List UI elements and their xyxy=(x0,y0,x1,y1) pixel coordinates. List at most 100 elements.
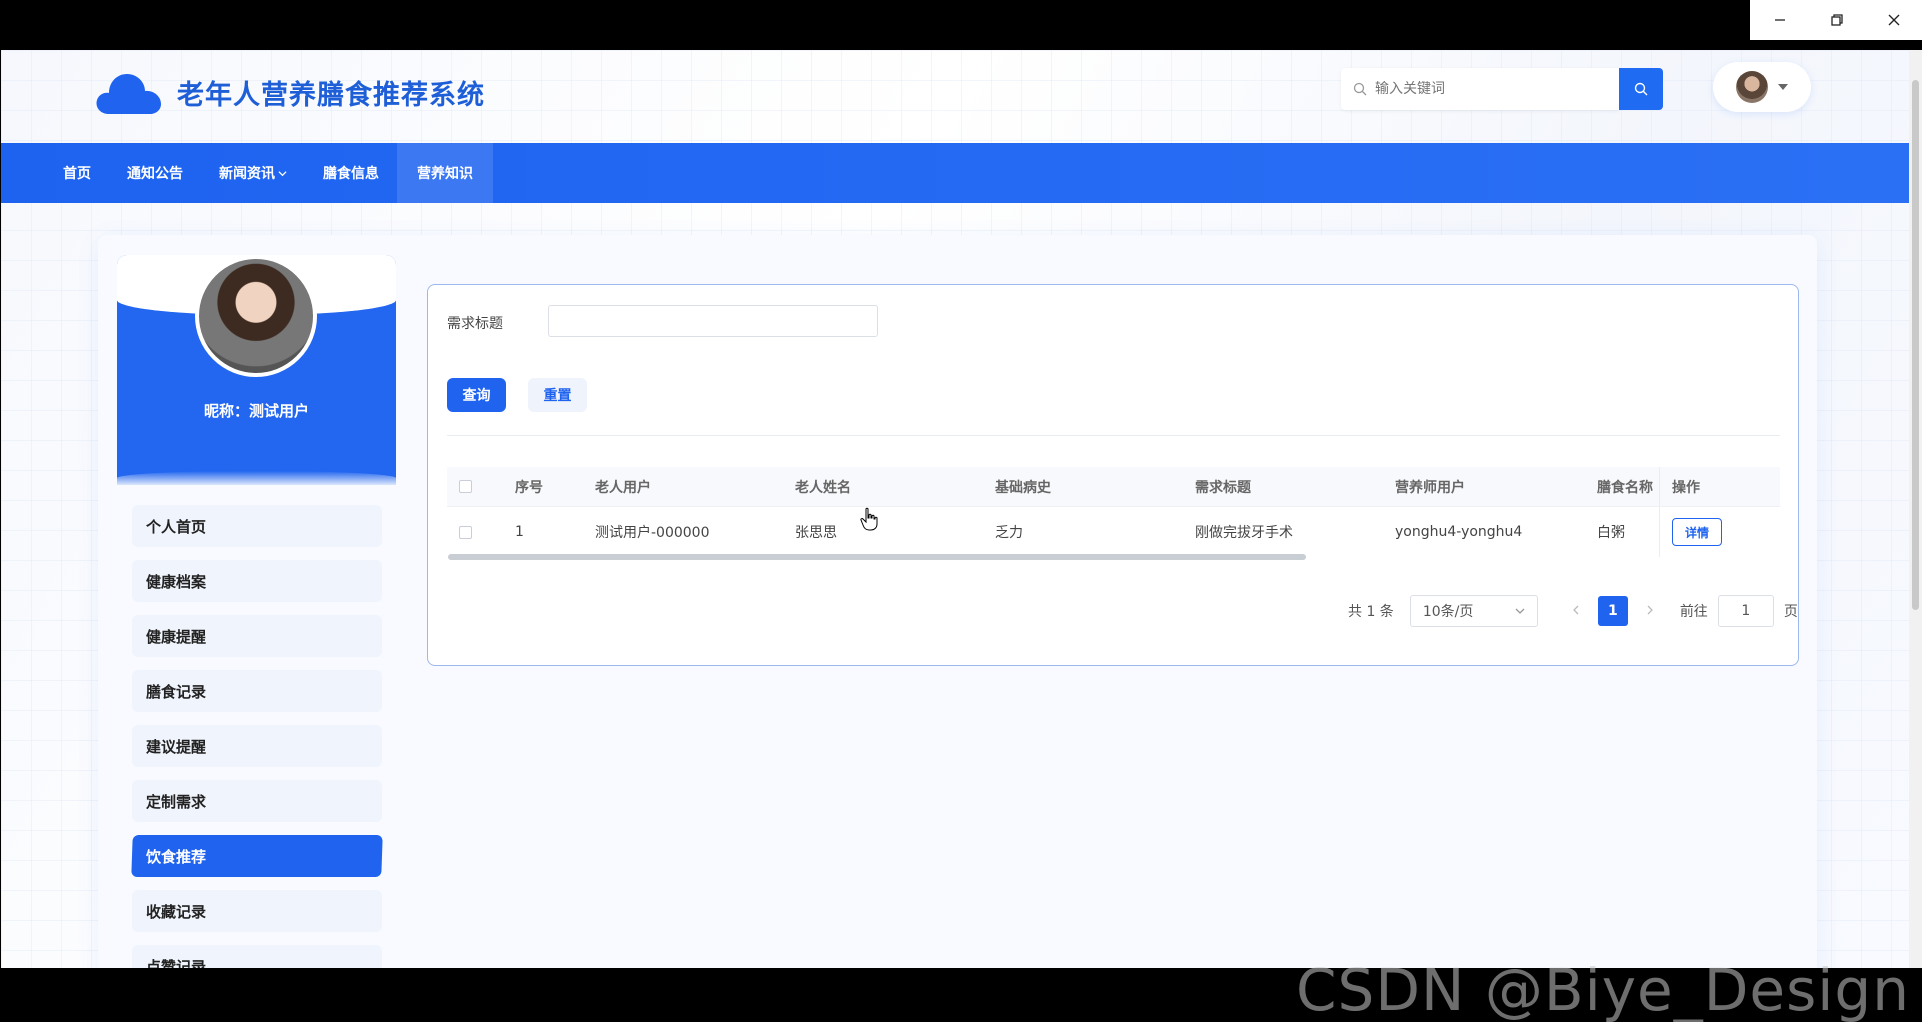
chevron-down-icon xyxy=(278,170,287,176)
goto-label: 前往 xyxy=(1679,604,1708,620)
pagination: 共 1 条 10条/页 1 前往 1 页 xyxy=(1348,595,1798,627)
nav-label: 首页 xyxy=(63,166,91,182)
data-table: 序号 老人用户 老人姓名 基础病史 需求标题 营养师用户 膳食名称 操作 1 测… xyxy=(447,467,1780,557)
close-button[interactable] xyxy=(1865,0,1922,40)
main-container: 昵称：测试用户 个人首页 健康档案 健康提醒 膳食记录 建议提醒 定制需求 饮食… xyxy=(98,235,1817,968)
sidebar-item-label: 建议提醒 xyxy=(146,737,207,756)
sidebar-item-label: 膳食记录 xyxy=(146,682,207,701)
sidebar-item-diet-records[interactable]: 膳食记录 xyxy=(132,670,382,712)
search-icon xyxy=(1634,82,1648,96)
row-checkbox[interactable] xyxy=(459,525,472,539)
nav-label: 通知公告 xyxy=(127,166,183,182)
search-button[interactable] xyxy=(1619,68,1663,110)
avatar xyxy=(1736,71,1768,103)
column-header: 营养师用户 xyxy=(1395,479,1465,496)
caret-down-icon xyxy=(1778,84,1788,90)
chevron-right-icon xyxy=(1647,605,1653,615)
page-size-select[interactable]: 10条/页 xyxy=(1409,595,1538,627)
nav-nutrition[interactable]: 营养知识 xyxy=(397,143,493,203)
column-header: 操作 xyxy=(1659,467,1780,506)
divider xyxy=(447,435,1780,436)
profile-avatar xyxy=(195,255,317,377)
chevron-down-icon xyxy=(1515,608,1525,614)
cell-actions: 详情 xyxy=(1659,507,1780,557)
site-title: 老年人营养膳食推荐系统 xyxy=(177,79,485,111)
table-horizontal-scrollbar[interactable] xyxy=(448,554,1306,560)
nav-diet-info[interactable]: 膳食信息 xyxy=(305,143,397,203)
logo[interactable]: 老年人营养膳食推荐系统 xyxy=(95,68,485,116)
page-size-value: 10条/页 xyxy=(1422,604,1474,620)
sidebar-item-home[interactable]: 个人首页 xyxy=(132,505,382,547)
header: 老年人营养膳食推荐系统 xyxy=(1,50,1909,143)
cell-index: 1 xyxy=(515,524,524,540)
nav-label: 营养知识 xyxy=(417,166,473,182)
cell-title: 刚做完拔牙手术 xyxy=(1195,525,1293,541)
pagination-total: 共 1 条 xyxy=(1348,604,1394,620)
sidebar-item-label: 收藏记录 xyxy=(146,902,207,921)
reset-button[interactable]: 重置 xyxy=(528,378,587,412)
sidebar-item-favorites[interactable]: 收藏记录 xyxy=(132,890,382,932)
sidebar-item-health-records[interactable]: 健康档案 xyxy=(132,560,382,602)
cell-dietitian: yonghu4-yonghu4 xyxy=(1395,524,1523,540)
header-checkbox-cell xyxy=(447,480,515,493)
user-menu[interactable] xyxy=(1713,62,1811,112)
column-header: 序号 xyxy=(515,479,543,496)
table-row: 1 测试用户-000000 张思思 乏力 刚做完拔牙手术 yonghu4-yon… xyxy=(447,507,1780,557)
chevron-left-icon xyxy=(1572,605,1579,615)
sidebar-item-label: 定制需求 xyxy=(146,792,207,811)
search-box xyxy=(1341,68,1619,110)
cell-history: 乏力 xyxy=(995,525,1023,541)
column-header: 老人用户 xyxy=(595,479,651,496)
sidebar-item-diet-recommend[interactable]: 饮食推荐 xyxy=(131,835,383,877)
profile-card: 昵称：测试用户 xyxy=(117,255,396,485)
sidebar-item-label: 健康档案 xyxy=(146,572,207,591)
prev-page-button[interactable] xyxy=(1566,603,1586,619)
nav-notices[interactable]: 通知公告 xyxy=(109,143,201,203)
sidebar-item-custom-requests[interactable]: 定制需求 xyxy=(132,780,382,822)
cell-name: 张思思 xyxy=(795,525,837,541)
next-page-button[interactable] xyxy=(1640,603,1660,619)
minimize-icon xyxy=(1774,19,1785,21)
search-input[interactable] xyxy=(1375,81,1595,97)
cell-food: 白粥 xyxy=(1597,525,1625,541)
sidebar-item-label: 个人首页 xyxy=(146,517,207,536)
sidebar-item-likes[interactable]: 点赞记录 xyxy=(132,945,382,968)
column-header: 需求标题 xyxy=(1195,479,1251,496)
watermark: CSDN @Biye_Design xyxy=(1296,956,1910,1022)
table-header: 序号 老人用户 老人姓名 基础病史 需求标题 营养师用户 膳食名称 操作 xyxy=(447,467,1780,507)
column-header: 膳食名称 xyxy=(1597,479,1653,496)
query-button[interactable]: 查询 xyxy=(447,378,506,412)
main-nav: 首页 通知公告 新闻资讯 膳食信息 营养知识 xyxy=(1,143,1909,203)
content-panel: 需求标题 查询 重置 序号 老人用户 老人姓名 基础病史 需求标题 营养师用户 … xyxy=(427,284,1799,666)
column-header: 基础病史 xyxy=(995,479,1051,496)
nav-label: 膳食信息 xyxy=(323,166,379,182)
sidebar-item-label: 饮食推荐 xyxy=(146,847,207,866)
restore-icon xyxy=(1830,14,1843,26)
column-header: 老人姓名 xyxy=(795,479,851,496)
vertical-scrollbar[interactable] xyxy=(1909,50,1922,968)
select-all-checkbox[interactable] xyxy=(459,480,472,493)
sidebar-item-advice[interactable]: 建议提醒 xyxy=(132,725,382,767)
filter-label: 需求标题 xyxy=(447,316,503,332)
close-icon xyxy=(1888,14,1899,26)
row-checkbox-cell xyxy=(447,525,515,539)
nav-news[interactable]: 新闻资讯 xyxy=(201,143,305,203)
nav-home[interactable]: 首页 xyxy=(45,143,109,203)
search-icon xyxy=(1353,82,1367,96)
nav-label: 新闻资讯 xyxy=(219,166,275,182)
title-filter-input[interactable] xyxy=(548,305,878,337)
title-bar xyxy=(0,0,1750,50)
app-viewport: 老年人营养膳食推荐系统 首页 通知公告 新闻资讯 膳食信息 营养知识 昵称：测试… xyxy=(1,50,1909,968)
scrollbar-thumb[interactable] xyxy=(1912,80,1919,610)
page-suffix: 页 xyxy=(1783,604,1798,620)
minimize-button[interactable] xyxy=(1751,0,1808,40)
page-number-current[interactable]: 1 xyxy=(1597,596,1628,626)
window-controls xyxy=(1750,0,1922,40)
sidebar-item-label: 健康提醒 xyxy=(146,627,207,646)
detail-button[interactable]: 详情 xyxy=(1672,518,1722,546)
goto-page-input[interactable]: 1 xyxy=(1717,595,1774,627)
restore-button[interactable] xyxy=(1808,0,1865,40)
profile-nickname: 昵称：测试用户 xyxy=(203,402,309,420)
sidebar-item-health-reminders[interactable]: 健康提醒 xyxy=(132,615,382,657)
cloud-icon xyxy=(96,74,161,114)
